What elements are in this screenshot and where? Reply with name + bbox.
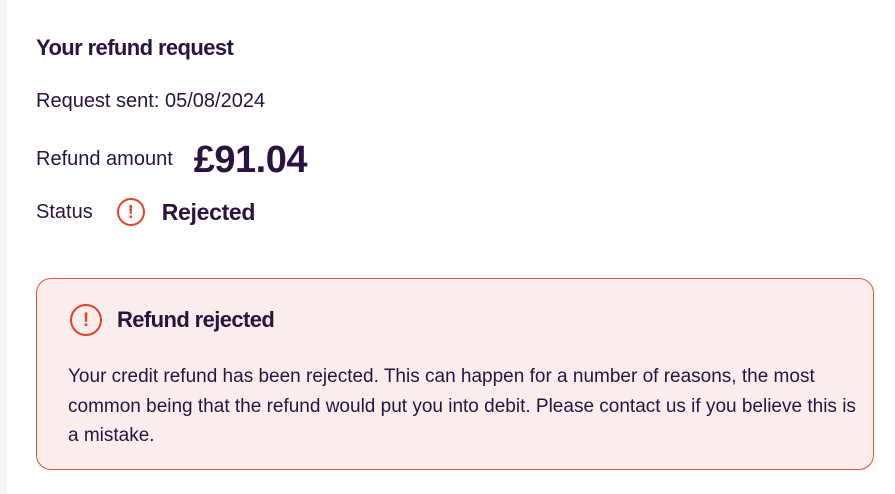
status-value: Rejected	[161, 198, 256, 225]
left-divider	[0, 0, 7, 494]
request-sent-row: Request sent: 05/08/2024	[36, 90, 265, 113]
alert-title: Refund rejected	[117, 307, 275, 332]
refund-amount-value: £91.04	[193, 139, 308, 181]
refund-request-title: Your refund request	[36, 35, 234, 60]
status-label: Status	[36, 200, 93, 223]
exclamation-circle-icon: !	[70, 304, 102, 336]
request-sent-text: Request sent: 05/08/2024	[36, 90, 266, 112]
status-row: Status ! Rejected	[36, 198, 255, 226]
exclamation-circle-icon: !	[116, 198, 145, 226]
refund-rejected-alert: ! Refund rejected Your credit refund has…	[36, 278, 874, 470]
refund-request-page: Your refund request Request sent: 05/08/…	[0, 0, 895, 494]
refund-amount-row: Refund amount £91.04	[36, 138, 308, 181]
alert-header: ! Refund rejected	[70, 304, 275, 336]
alert-message: Your credit refund has been rejected. Th…	[68, 366, 856, 446]
refund-amount-label: Refund amount	[36, 148, 173, 170]
